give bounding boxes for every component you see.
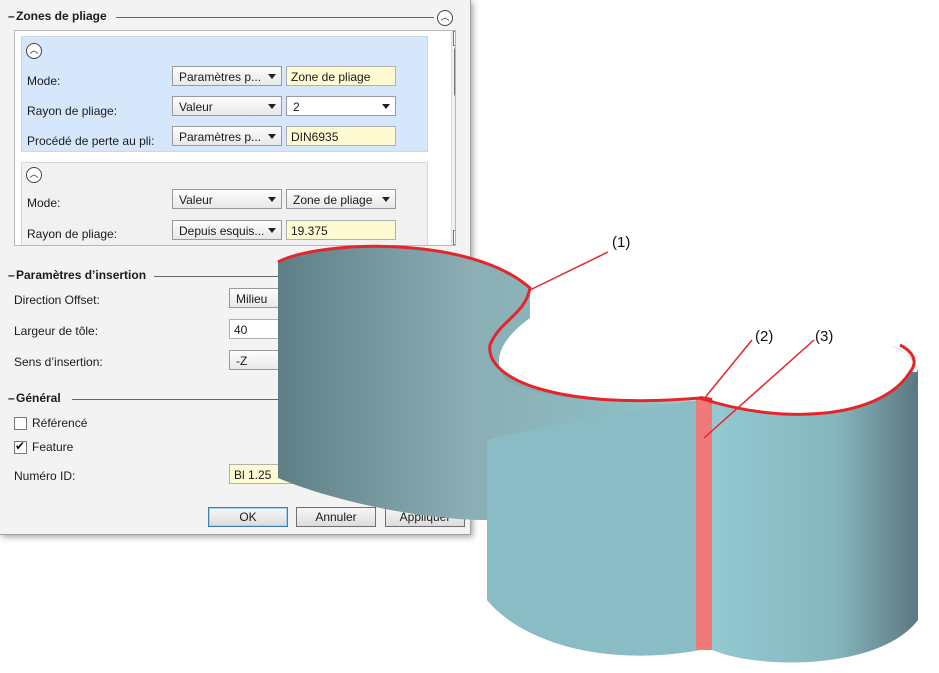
- bend-zone-edge: [699, 396, 713, 402]
- callout-1-leader: [529, 251, 609, 291]
- callout-label-1: (1): [612, 234, 631, 251]
- bend-zone-strip: [696, 398, 712, 650]
- right-wall: [712, 372, 918, 663]
- sheet-metal-part-illustration: [277, 244, 918, 663]
- callout-2-leader: [702, 339, 753, 401]
- callout-label-3: (3): [815, 328, 834, 345]
- left-wall-front: [487, 400, 700, 656]
- callout-label-2: (2): [755, 328, 774, 345]
